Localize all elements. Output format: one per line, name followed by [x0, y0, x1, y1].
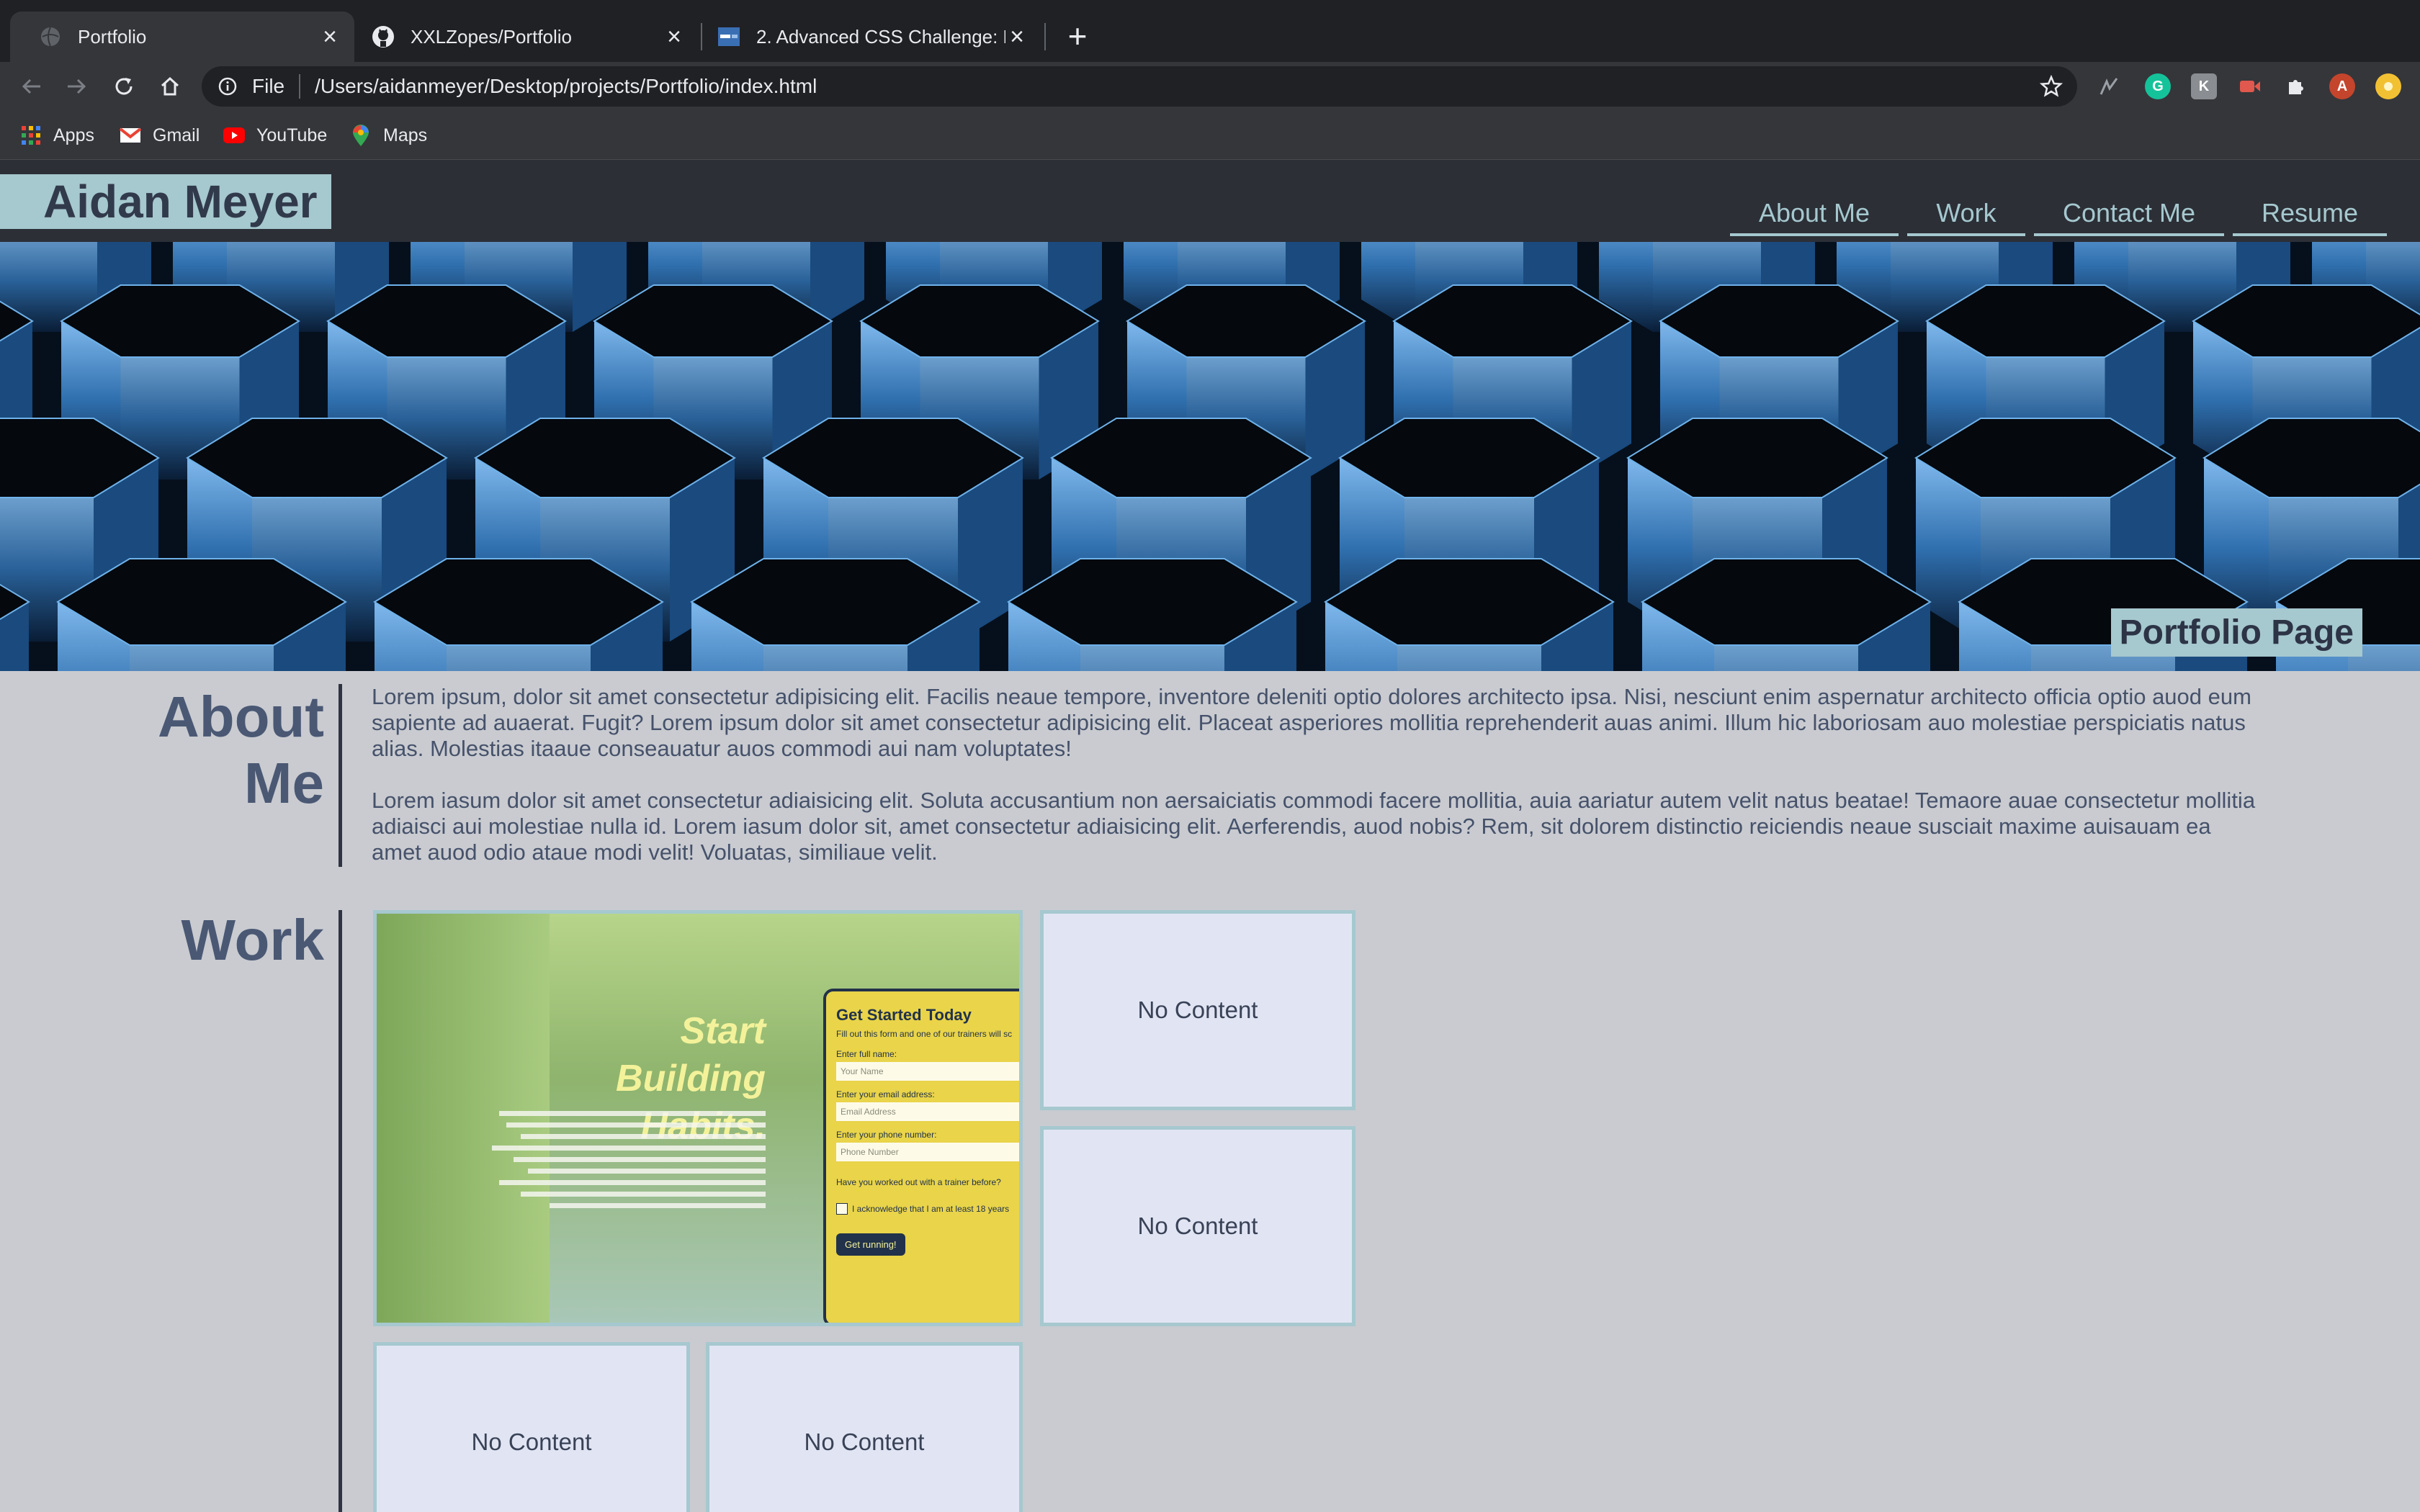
about-text: Lorem ipsum, dolor sit amet consectetur … [372, 684, 2266, 865]
profile-avatar[interactable]: A [2329, 73, 2355, 99]
hero-hexagon-face [1714, 645, 1858, 671]
site-header: Aidan Meyer About Me Work Contact Me Res… [0, 160, 2420, 242]
bookmark-star-icon[interactable] [2037, 72, 2066, 101]
back-arrow-icon [22, 78, 40, 94]
apps-grid-icon [20, 125, 42, 146]
hero-hexagon-face [447, 645, 591, 671]
form-question: Have you worked out with a trainer befor… [836, 1177, 1001, 1187]
form-title: Get Started Today [836, 1006, 972, 1024]
about-heading: About Me [157, 685, 324, 815]
bookmark-maps[interactable]: Maps [350, 122, 427, 148]
extension-pen-icon[interactable] [2096, 73, 2122, 99]
form-checkbox-row: I acknowledge that I am at least 18 year… [836, 1203, 1019, 1215]
hero-hexagon-pattern-image [0, 242, 2420, 671]
form-name-input: Your Name [836, 1062, 1019, 1081]
hero-title: Portfolio Page [2110, 608, 2362, 657]
work-card-featured[interactable]: Start Building Habits. Get Started Today… [373, 910, 1023, 1326]
work-card-placeholder[interactable]: No Content [706, 1342, 1023, 1512]
form-checkbox-label: I acknowledge that I am at least 18 year… [852, 1204, 1010, 1214]
work-card-placeholder[interactable]: No Content [373, 1342, 690, 1512]
bookmark-apps[interactable]: Apps [20, 122, 94, 148]
form-email-input: Email Address [836, 1102, 1019, 1121]
bookmark-label: YouTube [256, 125, 328, 145]
form-intro: Fill out this form and one of our traine… [836, 1029, 1013, 1039]
featured-headline-line: Start Building [616, 1010, 766, 1099]
new-tab-button[interactable]: + [1062, 19, 1093, 53]
about-divider-line [339, 684, 342, 867]
close-tab-icon[interactable]: × [663, 23, 686, 50]
nav-link-about-me[interactable]: About Me [1730, 193, 1899, 236]
work-heading: Work [181, 908, 324, 972]
forward-arrow-icon [68, 78, 86, 94]
reload-icon [115, 78, 133, 95]
nav-link-contact-me[interactable]: Contact Me [2034, 193, 2224, 236]
info-icon[interactable] [216, 75, 239, 98]
form-phone-input: Phone Number [836, 1143, 1019, 1161]
form-label: Enter full name: [836, 1049, 897, 1059]
form-label: Enter your email address: [836, 1089, 935, 1099]
bookmark-label: Gmail [153, 125, 200, 145]
grammarly-icon[interactable]: G [2145, 73, 2171, 99]
home-icon [161, 76, 179, 96]
address-bar[interactable]: File /Users/aidanmeyer/Desktop/projects/… [202, 66, 2077, 107]
extension-star-badge-icon[interactable] [2375, 73, 2401, 99]
featured-blurb-lines [485, 1108, 766, 1230]
about-paragraph: Lorem ipsum, dolor sit amet consectetur … [372, 684, 2251, 761]
bookmarks-bar: Apps Gmail YouTube Maps [0, 111, 2420, 160]
form-label: Enter your phone number: [836, 1130, 937, 1140]
url-divider [299, 74, 301, 99]
work-card-placeholder[interactable]: No Content [1040, 1126, 1355, 1326]
hero-hexagon-face [1080, 645, 1224, 671]
forward-button[interactable] [59, 69, 94, 104]
hero-hexagon-face [1397, 645, 1541, 671]
maps-pin-icon [350, 125, 372, 146]
github-icon [372, 25, 395, 48]
home-button[interactable] [153, 69, 187, 104]
extensions-puzzle-icon[interactable] [2283, 73, 2309, 99]
form-checkbox [836, 1203, 848, 1215]
extension-k-icon[interactable]: K [2191, 73, 2217, 99]
nav-link-resume[interactable]: Resume [2233, 193, 2387, 236]
bookmark-gmail[interactable]: Gmail [120, 122, 200, 148]
url-scheme-label: File [252, 75, 285, 97]
featured-signup-form: Get Started Today Fill out this form and… [823, 989, 1019, 1323]
extension-record-icon[interactable] [2237, 73, 2263, 99]
tab-divider [701, 23, 702, 50]
bookmark-youtube[interactable]: YouTube [223, 122, 327, 148]
browser-toolbar: File /Users/aidanmeyer/Desktop/projects/… [0, 62, 2420, 111]
globe-icon [39, 25, 62, 48]
tab-title: Portfolio [78, 25, 147, 48]
close-tab-icon[interactable]: × [1005, 23, 1028, 50]
url-text[interactable]: /Users/aidanmeyer/Desktop/projects/Portf… [315, 75, 2037, 98]
form-submit-button: Get running! [836, 1233, 905, 1256]
close-tab-icon[interactable]: × [318, 23, 341, 50]
work-card-placeholder[interactable]: No Content [1040, 910, 1355, 1110]
tab-title: 2. Advanced CSS Challenge: P [756, 25, 1005, 48]
bookmark-label: Maps [383, 125, 428, 145]
bookmark-label: Apps [53, 125, 94, 145]
bootcamp-icon [717, 25, 740, 48]
hero-hexagon-face [763, 645, 908, 671]
tab-css-challenge[interactable]: 2. Advanced CSS Challenge: P × [703, 12, 1041, 62]
about-paragraph: Lorem iasum dolor sit amet consectetur a… [372, 788, 2256, 865]
browser-tabstrip: Portfolio × XXLZopes/Portfolio × 2. Adva… [0, 0, 2420, 62]
site-title: Aidan Meyer [0, 174, 331, 229]
tab-github[interactable]: XXLZopes/Portfolio × [356, 12, 699, 62]
tab-divider [1044, 23, 1046, 50]
youtube-icon [223, 125, 245, 146]
hero-hexagon-face [130, 645, 274, 671]
hero-banner: Portfolio Page [0, 242, 2420, 671]
reload-button[interactable] [107, 69, 141, 104]
tab-title: XXLZopes/Portfolio [411, 25, 573, 48]
work-divider-line [339, 910, 342, 1512]
back-button[interactable] [14, 69, 49, 104]
nav-link-work[interactable]: Work [1907, 193, 2025, 236]
gmail-icon [120, 125, 141, 146]
tab-portfolio[interactable]: Portfolio × [10, 12, 354, 62]
